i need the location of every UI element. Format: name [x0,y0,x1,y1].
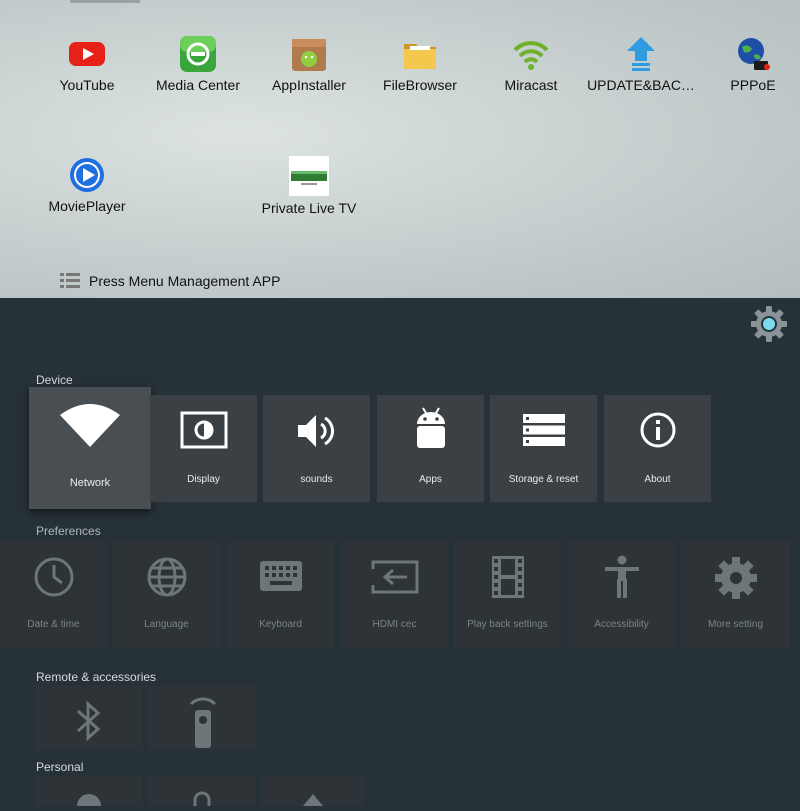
tile-keyboard[interactable]: Keyboard [227,541,334,648]
tile-storage-reset[interactable]: Storage & reset [490,395,597,502]
tile-label: Storage & reset [508,474,579,485]
tile-bluetooth[interactable] [35,686,142,750]
tile-label: Accessibility [594,619,649,630]
gear-icon [713,555,759,606]
app-miracast[interactable]: Miracast [471,35,591,93]
app-label: UPDATE&BAC… [587,77,695,93]
section-title-device: Device [36,373,73,387]
settings-panel: Device Network Display sounds Apps Stora… [0,298,800,806]
tile-label: Date & time [27,619,80,630]
youtube-icon [68,35,106,73]
private-live-tv-logo [289,156,329,196]
tile-label: Network [69,477,111,489]
tile-label: Display [187,474,220,485]
tile-label: sounds [300,474,333,485]
launcher-panel: YouTube Media Center AppInstaller FileBr… [0,0,800,298]
tile-display[interactable]: Display [150,395,257,502]
globe-connection-icon [734,35,772,73]
tile-label: Keyboard [259,619,302,630]
list-icon [60,273,80,288]
info-icon [639,411,677,454]
keyboard-icon [259,560,303,597]
tile-label: HDMI cec [372,619,417,630]
tile-label: About [644,474,671,485]
app-label: Miracast [504,77,558,93]
remote-icon [185,696,221,753]
app-label: Media Center [155,77,241,93]
tile-label: Apps [419,474,442,485]
app-label: Private Live TV [261,200,357,216]
storage-icon [522,413,566,452]
section-title-remote: Remote & accessories [36,670,157,684]
app-label: YouTube [59,77,115,93]
app-movieplayer[interactable]: MoviePlayer [27,156,147,214]
app-appinstaller[interactable]: AppInstaller [249,35,369,93]
tile-label: More setting [707,619,764,630]
speaker-icon [296,411,338,456]
personal-icon [302,793,323,811]
app-label: MoviePlayer [48,198,126,214]
settings-gear-icon[interactable] [749,304,789,344]
tile-label: Play back settings [467,619,548,630]
tile-playback-settings[interactable]: Play back settings [454,541,561,648]
input-icon [371,559,419,600]
location-icon [75,790,103,811]
menu-management-hint: Press Menu Management APP [60,272,280,290]
tile-language[interactable]: Language [113,541,220,648]
display-icon [180,411,228,454]
app-label: PPPoE [730,77,776,93]
play-icon [68,156,106,194]
app-filebrowser[interactable]: FileBrowser [360,35,480,93]
android-icon [415,407,447,458]
tile-date-time[interactable]: Date & time [0,541,107,648]
film-icon [491,555,525,604]
tile-personal-3[interactable] [261,776,364,806]
wifi-signal-icon [512,35,550,73]
media-center-icon [179,35,217,73]
clock-icon [33,556,75,603]
bluetooth-icon [76,700,102,746]
tile-personal-1[interactable] [35,776,142,806]
accessibility-icon [603,555,641,604]
app-label: AppInstaller [272,77,346,93]
app-installer-icon [290,35,328,73]
tile-about[interactable]: About [604,395,711,502]
tile-sounds[interactable]: sounds [263,395,370,502]
tile-more-setting[interactable]: More setting [681,541,790,648]
tile-network[interactable]: Network [29,387,151,509]
folder-icon [401,35,439,73]
app-update-backup[interactable]: UPDATE&BAC… [581,35,701,93]
lock-icon [191,790,213,811]
update-arrow-icon [622,35,660,73]
app-pppoe[interactable]: PPPoE [693,35,800,93]
tile-remote[interactable] [148,686,257,750]
wifi-icon [59,403,121,452]
section-title-personal: Personal [36,760,84,774]
tile-label: Language [144,619,189,630]
menu-hint-text: Press Menu Management APP [89,273,281,289]
globe-icon [146,556,188,603]
app-media-center[interactable]: Media Center [138,35,258,93]
app-youtube[interactable]: YouTube [27,35,147,93]
section-title-preferences: Preferences [36,524,101,538]
tile-apps[interactable]: Apps [377,395,484,502]
app-private-live-tv[interactable]: Private Live TV [249,156,369,216]
tile-accessibility[interactable]: Accessibility [568,541,675,648]
tile-hdmi-cec[interactable]: HDMI cec [341,541,448,648]
app-label: FileBrowser [383,77,457,93]
tile-personal-2[interactable] [148,776,255,806]
